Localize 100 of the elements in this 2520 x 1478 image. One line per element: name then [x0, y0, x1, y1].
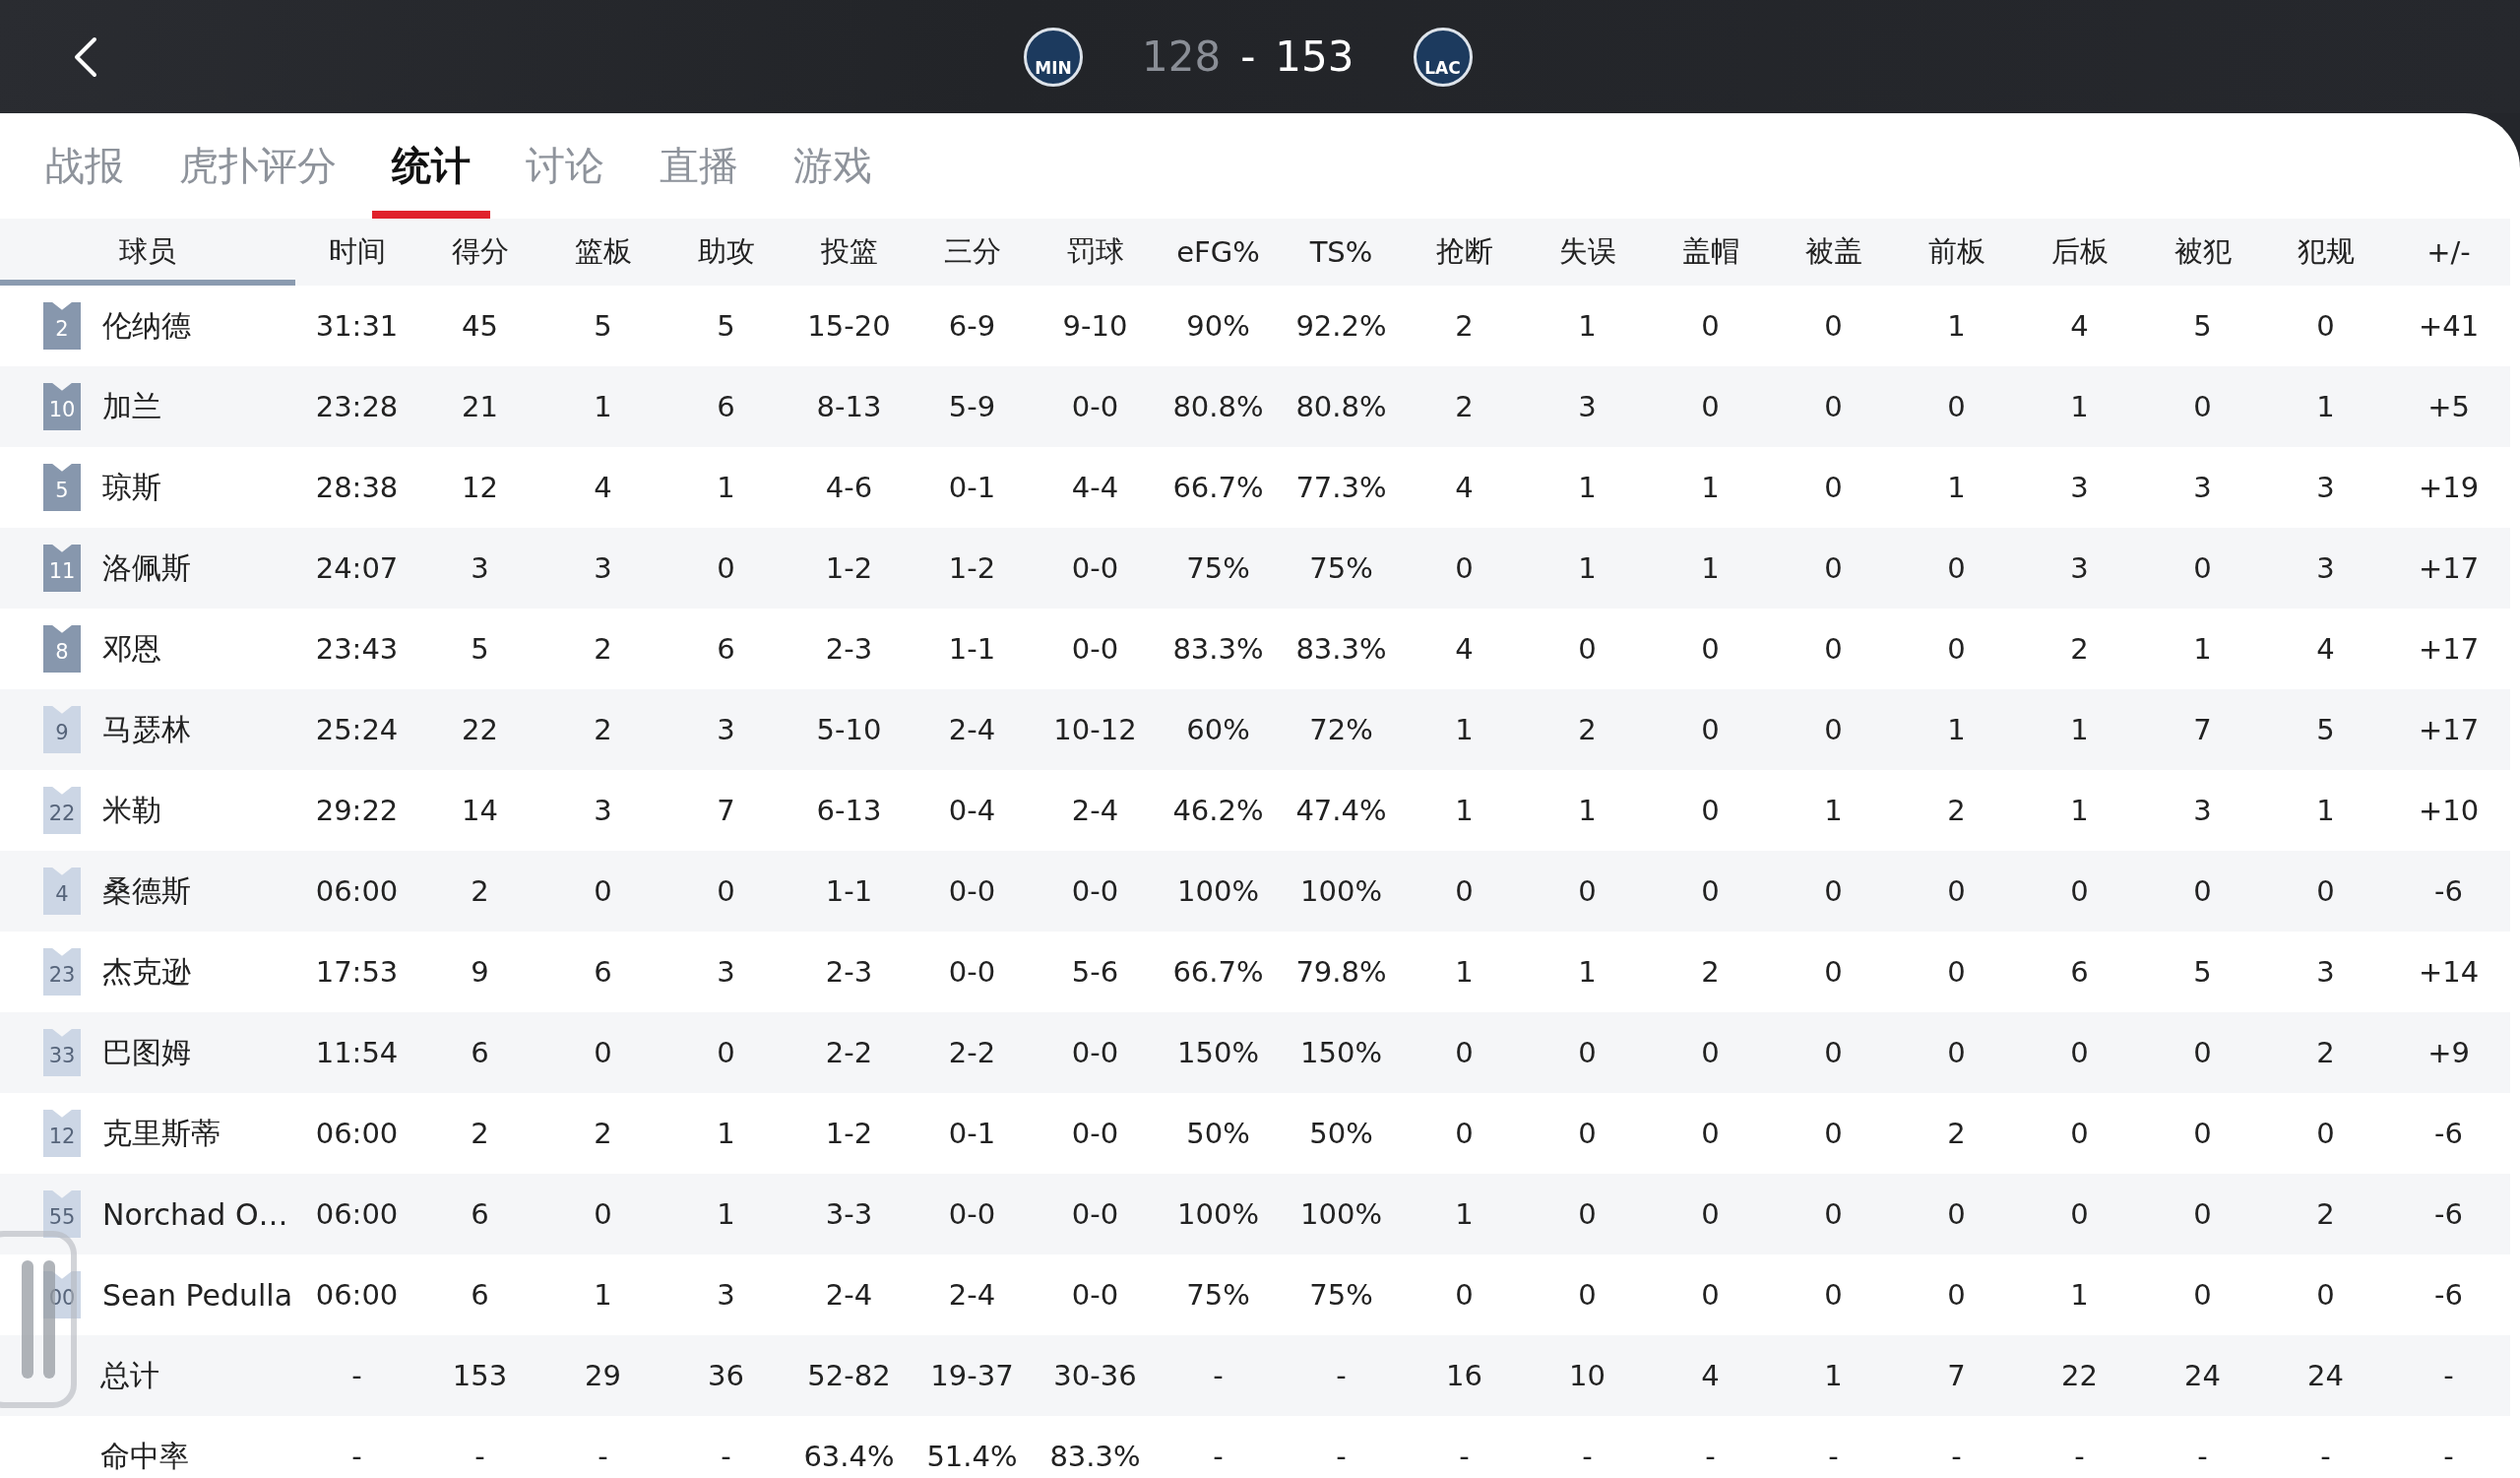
table-cell-text: 4 — [1454, 471, 1475, 504]
table-cell-text: 0 — [1823, 713, 1844, 746]
table-cell-text: -6 — [2433, 1197, 2464, 1231]
column-header[interactable]: 前板 — [1895, 232, 2018, 272]
column-header[interactable]: eFG% — [1157, 235, 1280, 269]
player-name: 琼斯 — [102, 468, 161, 506]
table-cell-text: 0 — [1946, 874, 1967, 908]
column-header[interactable]: +/- — [2387, 235, 2510, 269]
column-header[interactable]: 罚球 — [1034, 232, 1157, 272]
column-header[interactable]: 助攻 — [664, 232, 788, 272]
table-cell-text: 2 — [1454, 309, 1475, 343]
table-cell-text: 3 — [2315, 471, 2336, 504]
table-cell-text: 0-0 — [947, 955, 997, 989]
table-cell-text: 0 — [2069, 1197, 2090, 1231]
table-cell-text: 0 — [1823, 955, 1844, 989]
table-cell-text: 4 — [1700, 1359, 1721, 1392]
table-cell-text: 11:54 — [314, 1036, 400, 1069]
table-cell-text: 2 — [593, 1117, 613, 1150]
table-cell-text: 1-2 — [947, 551, 997, 585]
table-cell-text: 1 — [1946, 471, 1967, 504]
table-cell-text: 7 — [2192, 713, 2213, 746]
side-handle[interactable] — [0, 1231, 77, 1408]
table-cell-text: 1 — [1577, 309, 1598, 343]
table-cell-text: 2-4 — [947, 1278, 997, 1312]
table-cell-text: 3 — [2315, 551, 2336, 585]
table-cell-text: 2-4 — [1070, 794, 1120, 827]
table-cell-text: 1 — [1454, 1197, 1475, 1231]
table-cell-text: 2-3 — [824, 632, 874, 666]
column-header[interactable]: 后板 — [2018, 232, 2141, 272]
column-header[interactable]: 三分 — [911, 232, 1034, 272]
row-label: 命中率 — [100, 1437, 189, 1475]
table-cell-text: 0 — [1700, 309, 1721, 343]
column-header[interactable]: 犯规 — [2264, 232, 2387, 272]
table-cell-text: 0 — [593, 1036, 613, 1069]
table-cell-text: 36 — [707, 1359, 745, 1392]
team-score: 128 — [1142, 32, 1222, 81]
table-cell-text: 15-20 — [806, 309, 892, 343]
table-cell-text: 30-36 — [1052, 1359, 1138, 1392]
table-cell-text: 2 — [2315, 1197, 2336, 1231]
table-cell-text: 0 — [716, 874, 736, 908]
table-cell-text: 75% — [1185, 551, 1251, 585]
table-cell-text: 1-1 — [824, 874, 874, 908]
table-cell-text: 0 — [1577, 632, 1598, 666]
table-cell-text: - — [2073, 1440, 2086, 1473]
table-cell-text: 0 — [1700, 1117, 1721, 1150]
table-cell-text: 4-4 — [1070, 471, 1120, 504]
table-cell-text: 0 — [1946, 551, 1967, 585]
table-cell-text: 06:00 — [314, 874, 400, 908]
table-cell-text: 63.4% — [802, 1440, 896, 1473]
table-cell-text: 0 — [2192, 1278, 2213, 1312]
table-cell-text: 6-13 — [815, 794, 883, 827]
column-header[interactable]: 球员 — [0, 232, 295, 272]
column-header[interactable]: 投篮 — [788, 232, 911, 272]
table-cell-text: 9 — [470, 955, 490, 989]
table-cell-text: 0 — [593, 1197, 613, 1231]
column-header[interactable]: 得分 — [418, 232, 541, 272]
table-cell-text: 1 — [2315, 390, 2336, 423]
table-cell-text: 1 — [716, 471, 736, 504]
table-cell-text: 31:31 — [314, 309, 400, 343]
table-cell-text: 6 — [2069, 955, 2090, 989]
table-cell-text: 1 — [1577, 794, 1598, 827]
player-name: 桑德斯 — [102, 871, 191, 910]
jersey-badge: 33 — [43, 1029, 81, 1076]
table-cell-text: 6 — [716, 632, 736, 666]
jersey-badge: 10 — [43, 383, 81, 430]
jersey-badge: 4 — [43, 868, 81, 915]
player-name: 洛佩斯 — [102, 548, 191, 587]
table-cell-text: 2 — [1700, 955, 1721, 989]
table-cell-text: 150% — [1299, 1036, 1383, 1069]
back-icon — [73, 34, 98, 79]
table-cell-text: +17 — [2417, 713, 2481, 746]
table-cell-text: 0 — [2192, 390, 2213, 423]
column-header[interactable]: 篮板 — [541, 232, 664, 272]
table-cell-text: 2-3 — [824, 955, 874, 989]
column-header[interactable]: 被盖 — [1772, 232, 1895, 272]
table-cell-text: 66.7% — [1171, 471, 1265, 504]
table-cell-text: - — [1458, 1440, 1471, 1473]
table-cell-text: +17 — [2417, 632, 2481, 666]
table-cell-text: 90% — [1185, 309, 1251, 343]
table-cell-text: 0 — [2192, 551, 2213, 585]
table-cell-text: 16 — [1445, 1359, 1483, 1392]
table-cell-text: 5 — [593, 309, 613, 343]
column-header[interactable]: 被犯 — [2141, 232, 2264, 272]
column-header[interactable]: 失误 — [1526, 232, 1649, 272]
table-cell-text: 45 — [461, 309, 499, 343]
table-cell-text: 4 — [593, 471, 613, 504]
table-cell-text: 0 — [716, 1036, 736, 1069]
table-cell-text: 0 — [1454, 874, 1475, 908]
column-header[interactable]: 时间 — [295, 232, 418, 272]
player-name: Sean Pedulla — [102, 1277, 293, 1313]
table-cell-text: 47.4% — [1294, 794, 1388, 827]
table-cell-text: 5 — [716, 309, 736, 343]
column-header[interactable]: TS% — [1280, 235, 1403, 269]
column-header[interactable]: 抢断 — [1403, 232, 1526, 272]
column-header[interactable]: 盖帽 — [1649, 232, 1772, 272]
table-cell-text: 50% — [1308, 1117, 1374, 1150]
table-cell-text: +10 — [2417, 794, 2481, 827]
table-cell-text: 0 — [1454, 551, 1475, 585]
table-cell-text: 12 — [461, 471, 499, 504]
table-cell-text: 6 — [470, 1278, 490, 1312]
